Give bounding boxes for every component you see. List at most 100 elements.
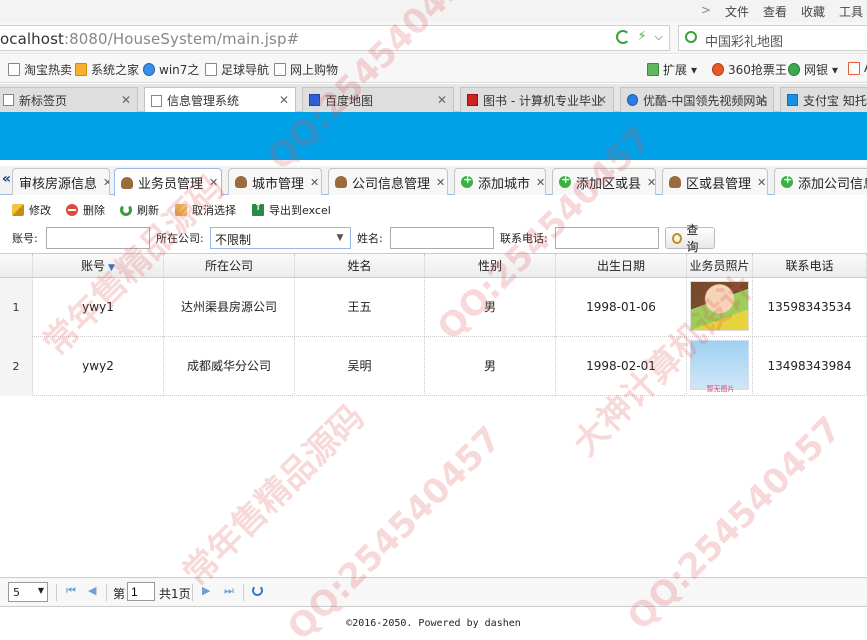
- account-input[interactable]: [46, 227, 150, 249]
- bookmark-taobao[interactable]: 淘宝热卖: [8, 61, 72, 78]
- tab-add-company[interactable]: 添加公司信息: [774, 168, 867, 195]
- page-size-select[interactable]: 5 ▼: [8, 582, 48, 602]
- chevron-down-icon[interactable]: ⌵: [655, 30, 663, 44]
- edit-button[interactable]: 修改: [12, 202, 51, 218]
- browser-tab-new[interactable]: 新标签页 ✕: [0, 87, 138, 112]
- column-header-name[interactable]: 姓名: [295, 254, 425, 278]
- bookmark-ao[interactable]: Ao: [848, 61, 867, 75]
- browser-search-box[interactable]: 中国彩礼地图: [678, 25, 867, 51]
- bookmark-label: 扩展: [663, 63, 688, 77]
- bookmark-football[interactable]: 足球导航: [205, 61, 269, 78]
- delete-button[interactable]: 删除: [66, 202, 105, 218]
- browser-tab-baidu-map[interactable]: 百度地图 ✕: [302, 87, 454, 112]
- tab-review-listings[interactable]: 审核房源信息 ✕: [12, 168, 110, 195]
- cell-gender: 男: [425, 278, 556, 337]
- lightning-icon[interactable]: ⚡: [638, 29, 647, 44]
- close-icon[interactable]: ✕: [597, 93, 607, 107]
- browser-tab-alipay[interactable]: 支付宝 知托付: [780, 87, 867, 112]
- column-header-birthdate[interactable]: 出生日期: [556, 254, 687, 278]
- page-prefix: 第: [113, 587, 126, 601]
- page-icon: [205, 63, 217, 76]
- tab-city-management[interactable]: 城市管理 ✕: [228, 168, 322, 195]
- close-icon[interactable]: ✕: [209, 176, 218, 189]
- prev-page-icon[interactable]: ◀: [88, 584, 96, 597]
- last-page-icon[interactable]: ⏭: [224, 584, 234, 598]
- bookmark-win7[interactable]: win7之: [143, 61, 199, 78]
- cell-photo: 暂无图片: [687, 337, 753, 396]
- column-header-account[interactable]: 账号 ▼: [33, 254, 164, 278]
- close-icon[interactable]: ✕: [757, 93, 767, 107]
- bookmarks-bar: 淘宝热卖 系统之家 win7之 足球导航 网上购物 扩展 ▾ 360抢票王 网银 ▾…: [0, 55, 867, 83]
- address-row: ocalhost:8080/HouseSystem/main.jsp# ⚡ ⌵ …: [0, 22, 867, 54]
- refresh-button[interactable]: 刷新: [120, 202, 159, 218]
- table-row[interactable]: 1 ywy1 达州渠县房源公司 王五 男 1998-01-06 13598343…: [0, 278, 867, 337]
- close-icon[interactable]: ✕: [121, 93, 131, 107]
- menu-favorites[interactable]: 收藏: [801, 3, 825, 20]
- extensions-icon: [647, 63, 659, 76]
- menu-file[interactable]: 文件: [725, 3, 749, 20]
- sort-desc-icon: ▼: [108, 263, 115, 273]
- excel-export-icon: [252, 202, 264, 216]
- person-icon: [669, 176, 681, 188]
- close-icon[interactable]: ✕: [279, 93, 289, 107]
- close-icon[interactable]: ✕: [310, 176, 319, 189]
- page-footer: ©2016-2050. Powered by dashen: [0, 612, 867, 640]
- bookmark-bank[interactable]: 网银 ▾: [788, 61, 838, 78]
- table-row[interactable]: 2 ywy2 成都威华分公司 吴明 男 1998-02-01 暂无图片 1349…: [0, 337, 867, 396]
- page-number-input[interactable]: [127, 582, 155, 601]
- cancel-selection-button[interactable]: 取消选择: [175, 202, 236, 218]
- close-icon[interactable]: ✕: [103, 176, 109, 189]
- cell-name: 王五: [295, 278, 425, 337]
- chevron-down-icon[interactable]: ▼: [333, 231, 347, 245]
- address-bar[interactable]: ocalhost:8080/HouseSystem/main.jsp# ⚡ ⌵: [0, 25, 670, 51]
- bookmark-extensions[interactable]: 扩展 ▾: [647, 61, 697, 78]
- menu-chevron[interactable]: >: [701, 3, 711, 20]
- close-icon[interactable]: ✕: [757, 176, 766, 189]
- close-icon[interactable]: ✕: [647, 176, 655, 189]
- export-excel-button[interactable]: 导出到excel: [252, 202, 331, 218]
- column-header-company[interactable]: 所在公司: [164, 254, 295, 278]
- add-icon: [461, 173, 473, 188]
- close-icon[interactable]: ✕: [536, 176, 545, 189]
- tab-salesman-management[interactable]: 业务员管理 ✕: [114, 168, 222, 196]
- phone-input[interactable]: [555, 227, 659, 249]
- tab-label: 图书 - 计算机专业毕业: [483, 93, 603, 108]
- company-select[interactable]: 不限制 ▼: [210, 227, 351, 249]
- tab-add-city[interactable]: 添加城市 ✕: [454, 168, 546, 195]
- tab-add-district[interactable]: 添加区或县 ✕: [552, 168, 656, 195]
- browser-tab-books[interactable]: 图书 - 计算机专业毕业 ✕: [460, 87, 614, 112]
- next-page-icon[interactable]: ▶: [202, 584, 210, 597]
- pager-refresh-icon[interactable]: [252, 585, 263, 596]
- bookmark-shopping[interactable]: 网上购物: [274, 61, 338, 78]
- name-input[interactable]: [390, 227, 494, 249]
- menu-view[interactable]: 查看: [763, 3, 787, 20]
- tab-district-management[interactable]: 区或县管理 ✕: [662, 168, 768, 195]
- column-label: 姓名: [347, 259, 372, 273]
- close-icon[interactable]: ✕: [437, 93, 447, 107]
- menu-tools[interactable]: 工具: [839, 3, 863, 20]
- refresh-icon[interactable]: [615, 29, 630, 44]
- tabs-scroll-left-icon[interactable]: «: [2, 171, 11, 187]
- column-header-gender[interactable]: 性别: [425, 254, 556, 278]
- search-button[interactable]: 查询: [665, 223, 715, 254]
- salesman-photo-placeholder[interactable]: 暂无图片: [690, 340, 749, 393]
- close-icon[interactable]: ✕: [436, 176, 445, 189]
- browser-tab-info-system[interactable]: 信息管理系统 ✕: [144, 87, 296, 113]
- column-header-photo[interactable]: 业务员照片: [687, 254, 753, 278]
- address-icons: ⚡ ⌵: [615, 29, 663, 44]
- column-header-phone[interactable]: 联系电话: [753, 254, 867, 278]
- browser-tab-youku[interactable]: 优酷-中国领先视频网站 ✕: [620, 87, 774, 112]
- app-header-banner: [0, 112, 867, 160]
- delete-icon: [66, 204, 78, 216]
- pager-separator: [56, 584, 57, 601]
- first-page-icon[interactable]: ⏮: [66, 584, 76, 598]
- bookmark-label: 系统之家: [91, 63, 140, 77]
- tab-label: 添加区或县: [576, 176, 642, 192]
- bookmark-label: 网银: [804, 63, 829, 77]
- url-text[interactable]: ocalhost:8080/HouseSystem/main.jsp#: [0, 30, 299, 48]
- tab-company-management[interactable]: 公司信息管理 ✕: [328, 168, 448, 195]
- bookmark-xitong[interactable]: 系统之家: [75, 61, 139, 78]
- salesman-photo[interactable]: [690, 281, 749, 331]
- bookmark-ticket[interactable]: 360抢票王: [712, 61, 787, 78]
- page-icon: [8, 63, 20, 76]
